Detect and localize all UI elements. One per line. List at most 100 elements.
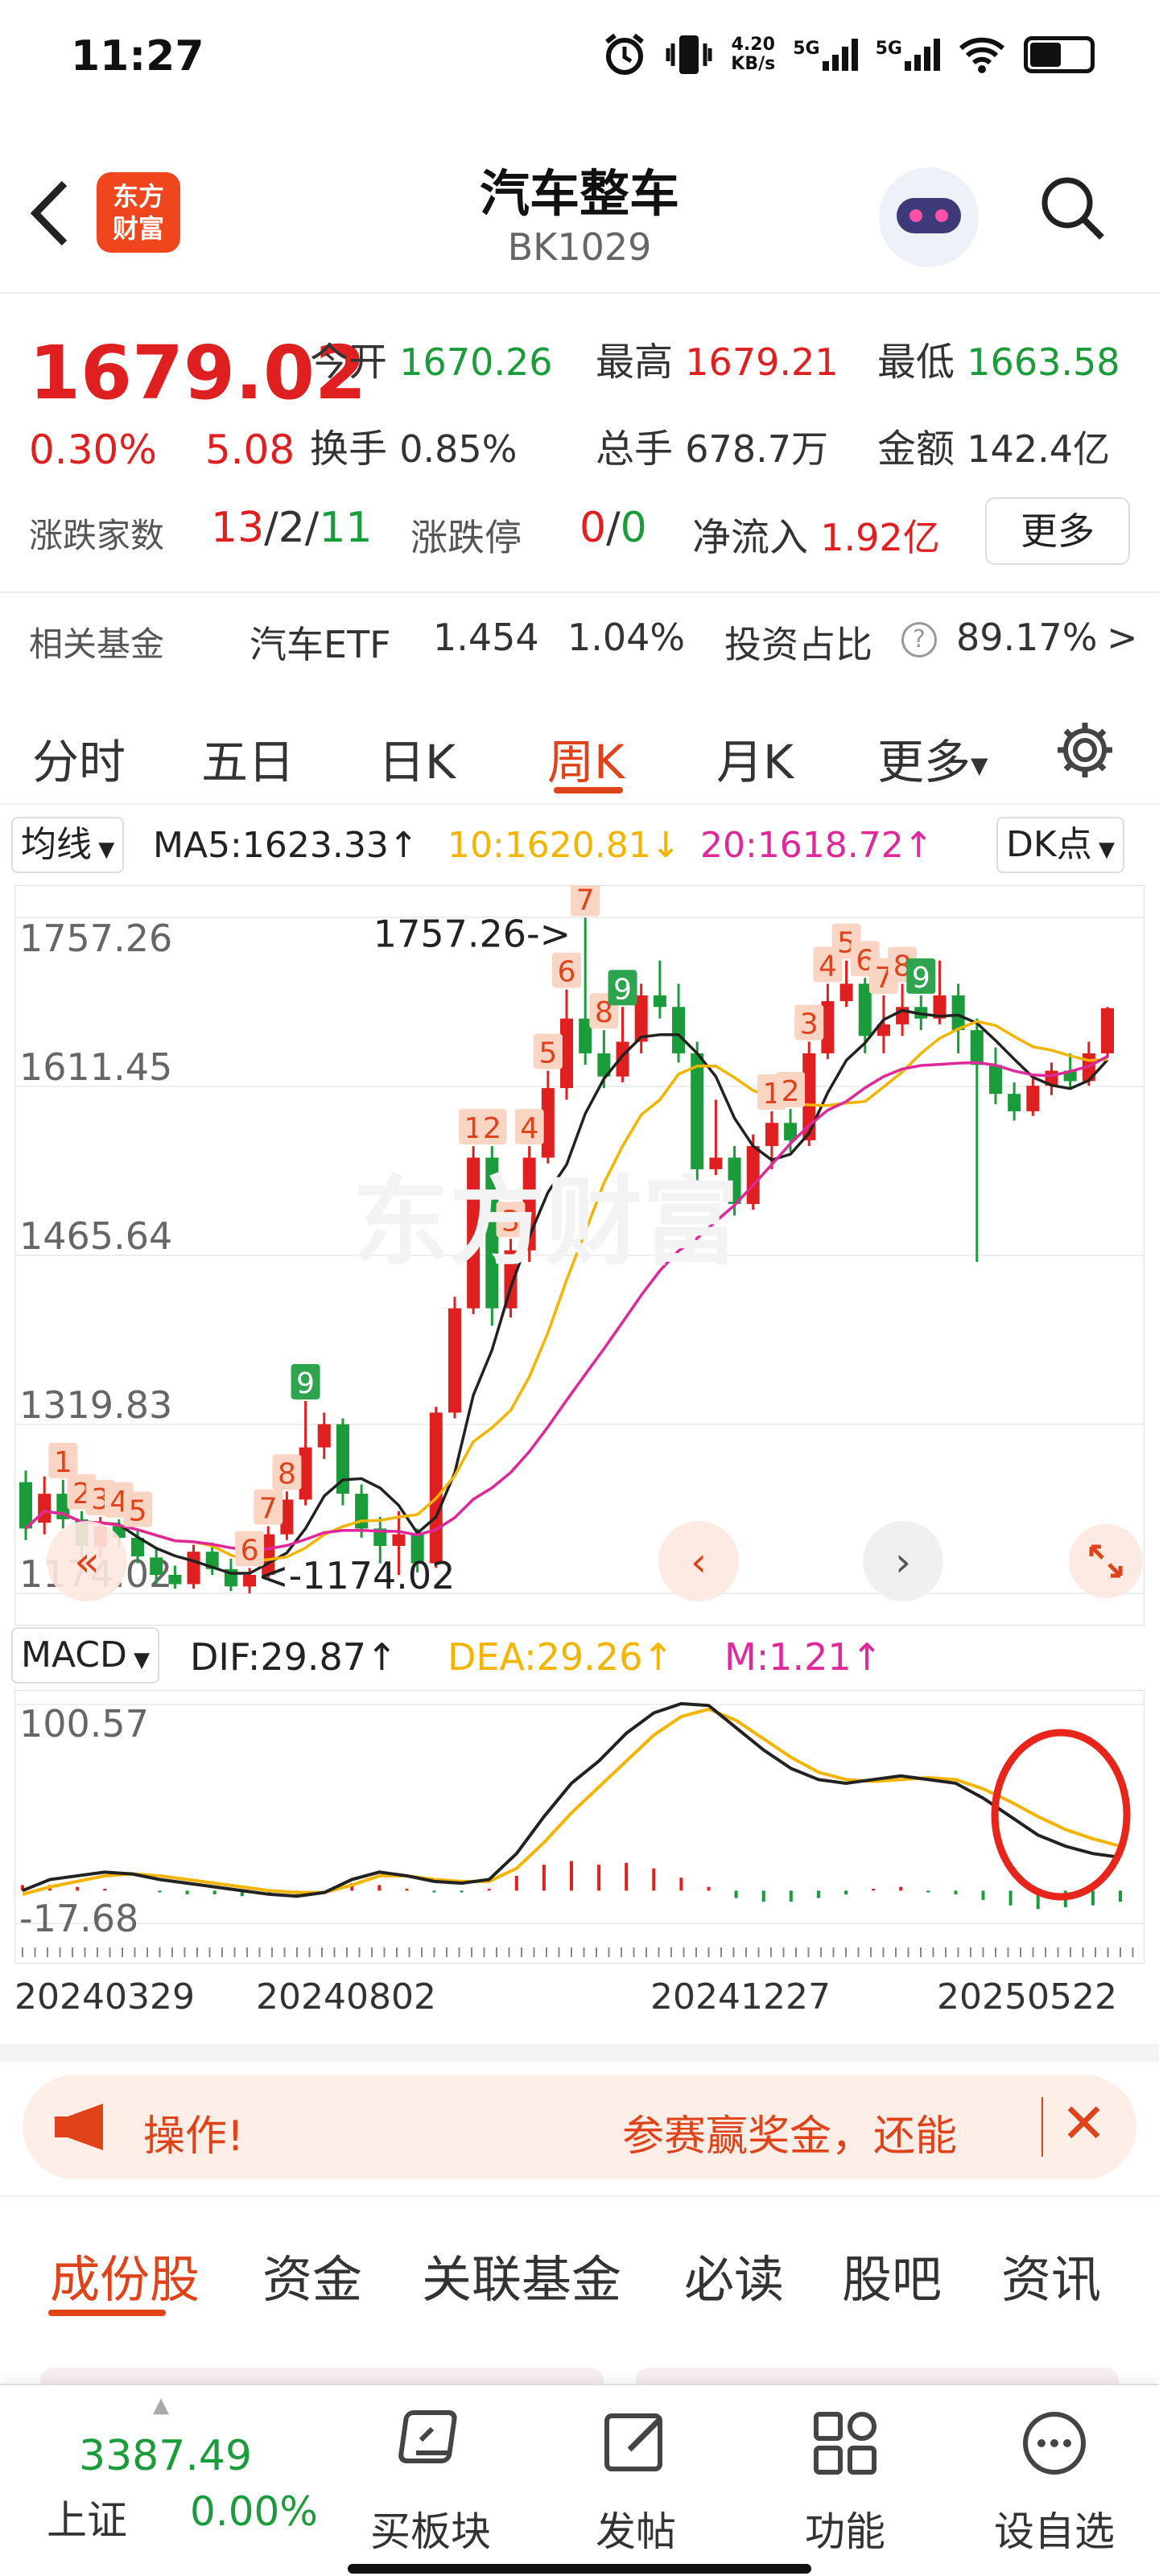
ratio-value: 89.17% xyxy=(956,616,1098,659)
search-icon[interactable] xyxy=(1038,174,1106,241)
dk-marker-label: 7 xyxy=(576,885,595,917)
macd-row: MACD ▼ DIF:29.87↑ DEA:29.26↑ M:1.21↑ xyxy=(0,1627,1159,1692)
dk-button[interactable]: DK点 ▼ xyxy=(996,817,1124,873)
y-tick-label: 1757.26 xyxy=(19,917,172,960)
dk-marker-label: 9 xyxy=(613,973,632,1006)
tab-more[interactable]: 更多▼ xyxy=(877,724,988,792)
x-axis-dates: 20240329 20240802 20241227 20250522 xyxy=(0,1970,1159,2026)
candle-body xyxy=(429,1412,443,1564)
fast-back-button[interactable]: « xyxy=(47,1521,127,1601)
ma5-value: MA5:1623.33↑ xyxy=(153,825,419,866)
y-tick-label: 1319.83 xyxy=(19,1383,172,1427)
tab-five-day[interactable]: 五日 xyxy=(201,724,295,792)
fund-change: 1.04% xyxy=(567,616,686,659)
tab-intraday[interactable]: 分时 xyxy=(32,724,126,792)
dk-marker-label: 1 xyxy=(54,1446,72,1479)
y-tick-label: 1611.45 xyxy=(19,1045,172,1089)
functions-button[interactable]: 功能 xyxy=(781,2405,909,2557)
buy-block-button[interactable]: 买板块 xyxy=(362,2405,499,2557)
candle-body xyxy=(1026,1086,1040,1111)
megaphone-icon xyxy=(55,2104,103,2150)
y-tick-label: 100.57 xyxy=(19,1702,149,1745)
tab-related-funds[interactable]: 关联基金 xyxy=(422,2239,621,2311)
svg-text:«: « xyxy=(74,1538,100,1586)
candle-body xyxy=(672,1007,686,1053)
tab-forum[interactable]: 股吧 xyxy=(842,2239,942,2311)
macd-selector[interactable]: MACD ▼ xyxy=(11,1627,160,1684)
signal-1: 5G xyxy=(793,39,858,71)
tab-indicator xyxy=(48,2310,166,2316)
add-watchlist-button[interactable]: 设自选 xyxy=(982,2405,1127,2557)
fund-name[interactable]: 汽车ETF xyxy=(250,616,391,669)
dk-marker-label: 6 xyxy=(558,956,576,989)
candle-body xyxy=(988,1065,1002,1094)
tab-constituents[interactable]: 成份股 xyxy=(50,2239,200,2311)
price-change: 0.30% 5.08 xyxy=(29,427,295,473)
ma20-value: 20:1618.72↑ xyxy=(700,825,934,866)
close-icon[interactable]: ✕ xyxy=(1061,2092,1107,2156)
robot-avatar-icon[interactable] xyxy=(879,167,979,267)
next-button[interactable]: › xyxy=(863,1521,943,1601)
content-cards-peek xyxy=(0,2350,1159,2392)
date-tick: 20240802 xyxy=(256,1976,436,2018)
candle-body xyxy=(187,1552,200,1585)
edit-post-icon xyxy=(604,2413,662,2471)
page-header: 东方 财富 汽车整车 BK1029 xyxy=(0,121,1159,294)
post-button[interactable]: 发帖 xyxy=(571,2405,700,2557)
bottom-dock: ▲ 3387.49 上证 0.00% 买板块 发帖 功能 设自选 xyxy=(0,2384,1159,2576)
page-title: 汽车整车 xyxy=(479,164,679,223)
candle-body xyxy=(317,1424,331,1448)
net-speed: 4.20 KB/s xyxy=(731,35,776,74)
max-price-label: 1757.26-> xyxy=(373,912,571,955)
limit-label: 涨跌停 xyxy=(410,516,522,559)
tab-monthly-k[interactable]: 月K xyxy=(716,724,794,792)
m-value: M:1.21↑ xyxy=(724,1635,883,1679)
date-tick: 20240329 xyxy=(14,1976,195,2018)
promo-banner[interactable]: 操作! 参赛赢奖金，还能 ✕ xyxy=(23,2075,1136,2179)
status-time: 11:27 xyxy=(71,32,204,80)
y-tick-label: -17.68 xyxy=(19,1897,138,1940)
candle-body xyxy=(19,1482,32,1529)
battery-icon xyxy=(1024,36,1095,73)
dea-value: DEA:29.26↑ xyxy=(448,1635,674,1679)
expand-icon[interactable] xyxy=(1069,1524,1143,1598)
help-icon[interactable]: ? xyxy=(901,622,937,657)
svg-text:›: › xyxy=(895,1539,911,1585)
settings-gear-icon[interactable] xyxy=(1053,718,1117,782)
net-inflow-stat: 净流入 1.92亿 xyxy=(692,515,940,560)
dk-marker-label: 9 xyxy=(296,1367,315,1400)
candle-body xyxy=(1008,1094,1021,1111)
period-tabs: 分时 五日 日K 周K 月K 更多▼ xyxy=(0,700,1159,805)
more-button[interactable]: 更多 xyxy=(985,497,1130,565)
status-bar: 11:27 4.20 KB/s 5G 5G xyxy=(0,0,1159,121)
open-stat: 今开 1670.26 xyxy=(310,340,553,385)
index-ticker[interactable]: ▲ 3387.49 上证 0.00% xyxy=(32,2393,338,2554)
amount-stat: 金额 142.4亿 xyxy=(877,427,1110,472)
candle-body xyxy=(448,1308,461,1413)
tab-daily-k[interactable]: 日K xyxy=(378,724,456,792)
dk-marker-label: 5 xyxy=(129,1494,147,1527)
buy-block-icon xyxy=(398,2410,457,2463)
ma-selector[interactable]: 均线 ▼ xyxy=(11,817,125,873)
dk-marker-label: 7 xyxy=(259,1492,278,1525)
prev-button[interactable]: ‹ xyxy=(658,1521,739,1601)
volume-stat: 总手 678.7万 xyxy=(596,427,828,472)
ratio-label: 投资占比 xyxy=(724,623,872,666)
grid-apps-icon xyxy=(814,2412,876,2475)
tab-funds-flow[interactable]: 资金 xyxy=(262,2239,362,2311)
candle-body xyxy=(38,1494,52,1523)
tab-news[interactable]: 资讯 xyxy=(1001,2239,1101,2311)
macd-chart[interactable]: 100.57 -17.68 xyxy=(14,1690,1145,1964)
tab-weekly-k[interactable]: 周K xyxy=(547,724,625,792)
vibrate-icon xyxy=(666,35,712,74)
tab-must-read[interactable]: 必读 xyxy=(684,2239,784,2311)
ma-row: 均线 ▼ MA5:1623.33↑ 10:1620.81↓ 20:1618.72… xyxy=(0,817,1159,881)
related-fund-row[interactable]: 相关基金 汽车ETF 1.454 1.04% 投资占比 ? 89.17% > xyxy=(0,591,1159,688)
candlestick-chart[interactable]: 1757.261611.451465.641319.831174.02 1234… xyxy=(14,885,1145,1626)
candle-body xyxy=(653,995,666,1008)
fund-price: 1.454 xyxy=(433,616,539,659)
dif-value: DIF:29.87↑ xyxy=(190,1635,398,1679)
chevron-right-icon[interactable]: > xyxy=(1107,616,1138,659)
banner-right-text: 参赛赢奖金，还能 xyxy=(622,2112,958,2161)
candle-body xyxy=(1101,1008,1114,1053)
